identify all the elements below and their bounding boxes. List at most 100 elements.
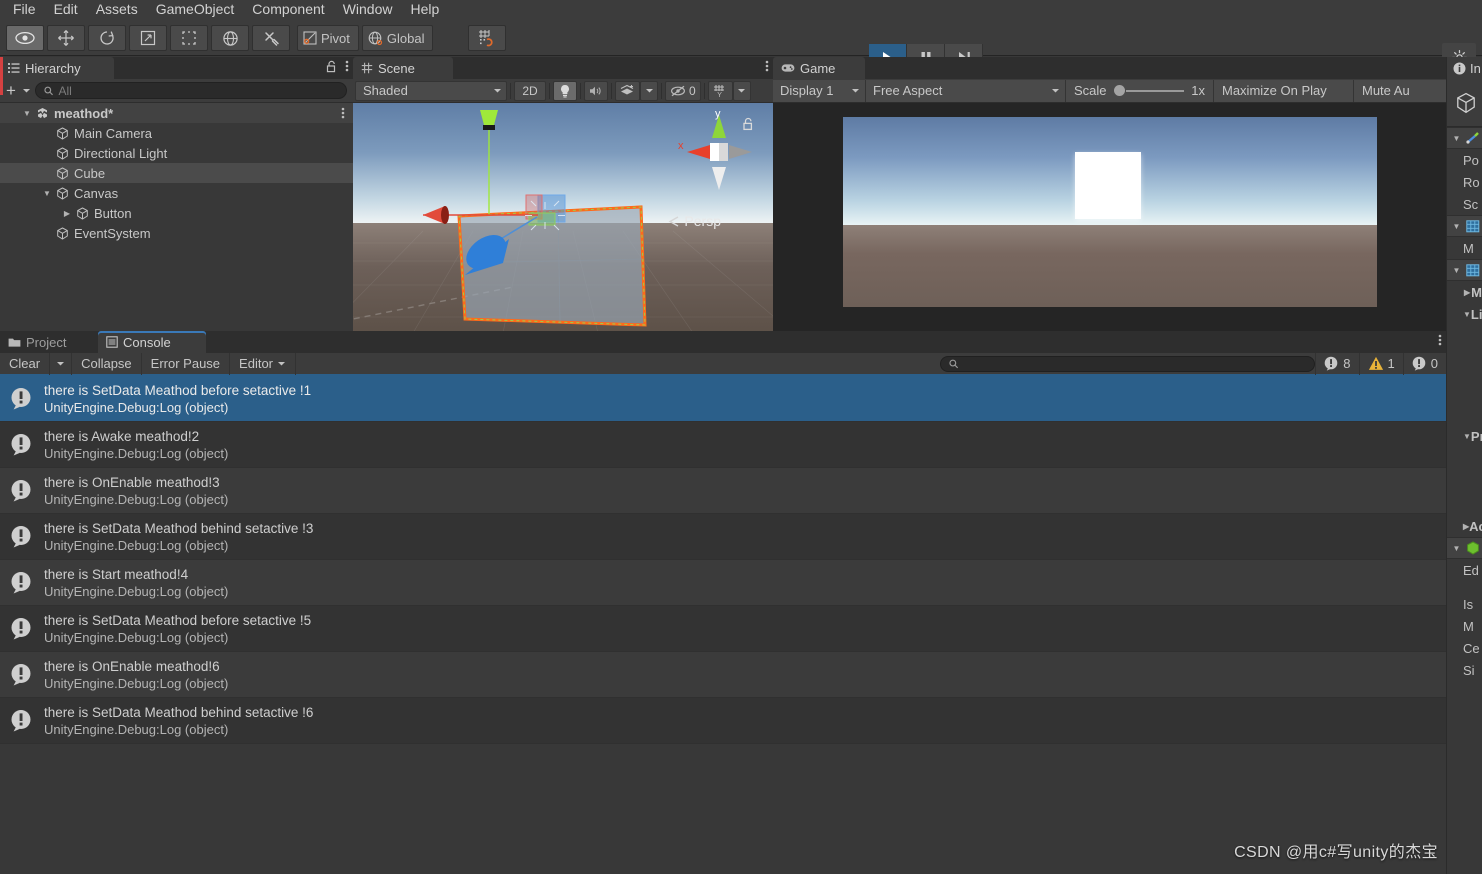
- menu-item-assets[interactable]: Assets: [87, 0, 147, 20]
- hierarchy-item-button[interactable]: ▶ Button: [0, 203, 353, 223]
- scene-lighting-button[interactable]: [553, 80, 577, 101]
- collider-size-row[interactable]: Si: [1447, 659, 1482, 681]
- console-log-row[interactable]: there is SetData Meathod before setactiv…: [0, 606, 1446, 652]
- scene-projection-label[interactable]: Persp: [668, 213, 721, 229]
- scale-slider[interactable]: [1113, 85, 1185, 96]
- display-dropdown[interactable]: Display 1: [773, 79, 866, 102]
- scale-slider-group[interactable]: Scale 1x: [1066, 79, 1214, 102]
- game-viewport[interactable]: [773, 103, 1482, 331]
- scene-lock-open-icon[interactable]: [742, 117, 755, 131]
- hierarchy-item-canvas[interactable]: ▼ Canvas: [0, 183, 353, 203]
- editor-dropdown[interactable]: Editor: [230, 352, 297, 375]
- aspect-dropdown[interactable]: Free Aspect: [866, 79, 1066, 102]
- console-log-row[interactable]: there is OnEnable meathod!6 UnityEngine.D…: [0, 652, 1446, 698]
- chevron-down-icon[interactable]: ▼: [1451, 544, 1462, 553]
- chevron-down-icon[interactable]: ▼: [20, 109, 34, 118]
- hierarchy-item-main-camera[interactable]: Main Camera: [0, 123, 353, 143]
- component-header-transform[interactable]: ▼: [1447, 127, 1482, 149]
- kebab-menu-icon[interactable]: [345, 59, 349, 73]
- chevron-down-icon[interactable]: ▼: [1451, 134, 1462, 143]
- scene-kebab-menu-icon[interactable]: [765, 59, 769, 73]
- warning-count-filter[interactable]: 1: [1358, 352, 1403, 375]
- scene-audio-button[interactable]: [584, 80, 608, 101]
- scene-gizmos-dropdown[interactable]: [732, 80, 751, 101]
- grid-snap-button[interactable]: [468, 25, 506, 51]
- console-search-box[interactable]: [940, 355, 1316, 372]
- error-count-filter[interactable]: 0: [1402, 352, 1446, 375]
- chevron-right-icon[interactable]: ▶: [1463, 288, 1471, 297]
- pivot-toggle-button[interactable]: Pivot: [297, 25, 359, 51]
- tab-inspector[interactable]: In: [1447, 57, 1482, 79]
- hierarchy-item-cube[interactable]: Cube: [0, 163, 353, 183]
- menu-item-window[interactable]: Window: [334, 0, 402, 20]
- hierarchy-item-directional-light[interactable]: Directional Light: [0, 143, 353, 163]
- console-log-list[interactable]: there is SetData Meathod before setactiv…: [0, 376, 1446, 874]
- scene-viewport[interactable]: y x Persp: [353, 103, 773, 331]
- console-log-row[interactable]: there is SetData Meathod before setactiv…: [0, 376, 1446, 422]
- hierarchy-search-input[interactable]: [58, 83, 338, 98]
- hierarchy-item-eventsystem[interactable]: EventSystem: [0, 223, 353, 243]
- custom-tool-button[interactable]: [252, 25, 290, 51]
- component-header-box-collider[interactable]: ▼: [1447, 537, 1482, 559]
- collider-istrigger-row[interactable]: Is: [1447, 593, 1482, 615]
- mesh-filter-mesh-row[interactable]: M: [1447, 237, 1482, 259]
- hierarchy-item-meathod[interactable]: ▼ meathod*: [0, 103, 353, 123]
- lock-open-icon[interactable]: [326, 60, 338, 73]
- transform-rotation-row[interactable]: Ro: [1447, 171, 1482, 193]
- globe-transform-tool-button[interactable]: [211, 25, 249, 51]
- tab-hierarchy[interactable]: Hierarchy: [0, 57, 114, 79]
- transform-position-row[interactable]: Po: [1447, 149, 1482, 171]
- toggle-2d-button[interactable]: 2D: [514, 80, 546, 101]
- chevron-right-icon[interactable]: ▶: [60, 209, 74, 218]
- transform-scale-row[interactable]: Sc: [1447, 193, 1482, 215]
- collider-material-row[interactable]: M: [1447, 615, 1482, 637]
- console-log-row[interactable]: there is Start meathod!4 UnityEngine.Debu…: [0, 560, 1446, 606]
- scene-kebab-menu-icon[interactable]: [341, 106, 345, 120]
- console-search-input[interactable]: [963, 357, 1307, 370]
- chevron-down-icon[interactable]: ▼: [1451, 266, 1462, 275]
- component-header-mesh-filter[interactable]: ▼: [1447, 215, 1482, 237]
- menu-item-gameobject[interactable]: GameObject: [147, 0, 244, 20]
- collider-edit-row[interactable]: Ed: [1447, 559, 1482, 581]
- menu-item-help[interactable]: Help: [401, 0, 448, 20]
- scale-tool-button[interactable]: [129, 25, 167, 51]
- tab-game[interactable]: Game: [773, 57, 865, 79]
- menu-item-file[interactable]: File: [4, 0, 45, 20]
- collapse-button[interactable]: Collapse: [72, 352, 142, 375]
- rect-tool-button[interactable]: [170, 25, 208, 51]
- chevron-down-icon[interactable]: ▼: [1463, 432, 1471, 441]
- clear-dropdown[interactable]: [50, 352, 73, 375]
- console-log-row[interactable]: there is SetData Meathod behind setactiv…: [0, 514, 1446, 560]
- maximize-on-play-button[interactable]: Maximize On Play: [1214, 79, 1354, 102]
- renderer-lighting-row[interactable]: ▼ Li: [1447, 303, 1482, 325]
- shading-mode-dropdown[interactable]: Shaded: [355, 80, 507, 101]
- component-header-mesh-renderer[interactable]: ▼: [1447, 259, 1482, 281]
- scale-slider-handle[interactable]: [1113, 85, 1125, 96]
- hand-tool-button[interactable]: [6, 25, 44, 51]
- scene-visibility-button[interactable]: 0: [665, 80, 701, 101]
- rotate-tool-button[interactable]: [88, 25, 126, 51]
- renderer-materials-row[interactable]: ▶ M: [1447, 281, 1482, 303]
- clear-button[interactable]: Clear: [0, 352, 51, 375]
- console-log-row[interactable]: there is OnEnable meathod!3 UnityEngine.D…: [0, 468, 1446, 514]
- error-pause-button[interactable]: Error Pause: [142, 352, 231, 375]
- menu-item-component[interactable]: Component: [243, 0, 333, 20]
- move-tool-button[interactable]: [47, 25, 85, 51]
- renderer-additional-row[interactable]: ▶ Ac: [1447, 515, 1482, 537]
- chevron-down-icon[interactable]: [22, 86, 31, 95]
- collider-center-row[interactable]: Ce: [1447, 637, 1482, 659]
- add-gameobject-button[interactable]: +: [4, 82, 18, 99]
- menu-item-edit[interactable]: Edit: [45, 0, 87, 20]
- global-toggle-button[interactable]: Global: [361, 25, 434, 51]
- console-kebab-menu-icon[interactable]: [1438, 333, 1442, 347]
- console-log-row[interactable]: there is Awake meathod!2 UnityEngine.Debu…: [0, 422, 1446, 468]
- tab-console[interactable]: Console: [98, 331, 206, 353]
- console-log-row[interactable]: there is SetData Meathod behind setactiv…: [0, 698, 1446, 744]
- log-count-filter[interactable]: 8: [1315, 352, 1358, 375]
- scene-fx-dropdown[interactable]: [640, 80, 658, 101]
- scene-fx-button[interactable]: [615, 80, 640, 101]
- scene-gizmos-button[interactable]: Y: [707, 80, 733, 101]
- chevron-down-icon[interactable]: ▼: [40, 189, 54, 198]
- chevron-down-icon[interactable]: ▼: [1463, 310, 1471, 319]
- tab-scene[interactable]: Scene: [353, 57, 453, 79]
